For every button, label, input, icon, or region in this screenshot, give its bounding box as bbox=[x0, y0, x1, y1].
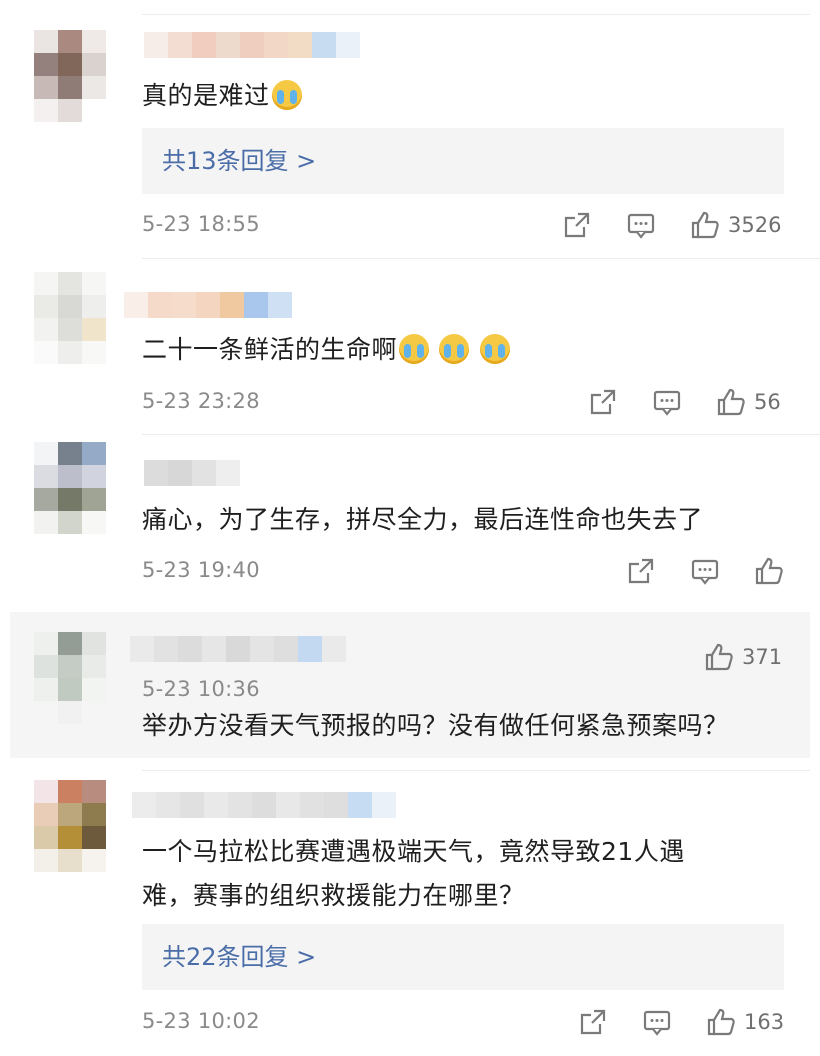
username-blurred[interactable] bbox=[132, 792, 396, 818]
replies-link[interactable]: 共22条回复 > bbox=[162, 924, 316, 990]
comment-actions bbox=[626, 554, 784, 588]
comment-date: 5-23 10:36 bbox=[142, 677, 260, 701]
comment-actions: 3526 bbox=[562, 208, 781, 242]
comment-text: 一个马拉松比赛遭遇极端天气，竟然导致21人遇 难，赛事的组织救援能力在哪里？ bbox=[142, 832, 780, 916]
username-blurred[interactable] bbox=[124, 292, 292, 318]
avatar[interactable] bbox=[34, 272, 106, 364]
share-icon[interactable] bbox=[562, 210, 592, 240]
crying-face-emoji bbox=[271, 80, 302, 110]
comment-actions: 163 bbox=[578, 1005, 784, 1039]
share-icon[interactable] bbox=[588, 387, 618, 417]
comment-text: 二十一条鲜活的生命啊 bbox=[142, 330, 780, 370]
comment-icon[interactable] bbox=[626, 210, 656, 240]
comment-text-line-2: 难，赛事的组织救援能力在哪里？ bbox=[142, 881, 525, 910]
avatar[interactable] bbox=[34, 632, 106, 724]
comment-text-content: 痛心，为了生存，拼尽全力，最后连性命也失去了 bbox=[142, 505, 704, 534]
replies-box[interactable]: 共13条回复 > bbox=[142, 128, 784, 194]
avatar[interactable] bbox=[34, 442, 106, 534]
comment-icon[interactable] bbox=[690, 556, 720, 586]
thumbs-up-icon[interactable] bbox=[754, 556, 784, 586]
share-icon[interactable] bbox=[578, 1007, 608, 1037]
avatar[interactable] bbox=[34, 780, 106, 872]
crying-face-emoji bbox=[399, 334, 430, 364]
comment-divider bbox=[142, 434, 820, 435]
username-blurred[interactable] bbox=[130, 636, 346, 662]
like-count: 3526 bbox=[728, 213, 782, 237]
comment-date: 5-23 19:40 bbox=[142, 558, 260, 582]
comment-icon[interactable] bbox=[652, 387, 682, 417]
comment-text-content: 二十一条鲜活的生命啊 bbox=[142, 335, 398, 364]
avatar[interactable] bbox=[34, 30, 106, 122]
replies-link[interactable]: 共13条回复 > bbox=[162, 128, 316, 194]
comment-text: 真的是难过 bbox=[142, 76, 780, 116]
username-blurred[interactable] bbox=[144, 32, 360, 58]
comment-actions: 371 bbox=[704, 640, 782, 674]
like-count: 163 bbox=[744, 1010, 785, 1034]
username-blurred[interactable] bbox=[144, 460, 240, 486]
thumbs-up-icon[interactable] bbox=[690, 210, 720, 240]
comment-icon[interactable] bbox=[642, 1007, 672, 1037]
like-count: 56 bbox=[754, 390, 781, 414]
comment-actions: 56 bbox=[588, 385, 781, 419]
share-icon[interactable] bbox=[626, 556, 656, 586]
comment-divider bbox=[142, 770, 810, 771]
comment-date: 5-23 23:28 bbox=[142, 389, 260, 413]
like-count: 371 bbox=[742, 645, 783, 669]
comment-text-line-1: 一个马拉松比赛遭遇极端天气，竟然导致21人遇 bbox=[142, 837, 685, 866]
comment-text-content: 举办方没看天气预报的吗？没有做任何紧急预案吗？ bbox=[142, 711, 729, 740]
comment-divider bbox=[142, 258, 820, 259]
thumbs-up-icon[interactable] bbox=[704, 642, 734, 672]
top-divider bbox=[142, 14, 810, 15]
crying-face-emoji bbox=[479, 334, 510, 364]
comment-date: 5-23 10:02 bbox=[142, 1009, 260, 1033]
thumbs-up-icon[interactable] bbox=[716, 387, 746, 417]
replies-box[interactable]: 共22条回复 > bbox=[142, 924, 784, 990]
comment-date: 5-23 18:55 bbox=[142, 212, 260, 236]
comment-text: 举办方没看天气预报的吗？没有做任何紧急预案吗？ bbox=[142, 706, 780, 746]
thumbs-up-icon[interactable] bbox=[706, 1007, 736, 1037]
comment-text-content: 真的是难过 bbox=[142, 81, 270, 110]
comment-text: 痛心，为了生存，拼尽全力，最后连性命也失去了 bbox=[142, 500, 780, 540]
crying-face-emoji bbox=[439, 334, 470, 364]
